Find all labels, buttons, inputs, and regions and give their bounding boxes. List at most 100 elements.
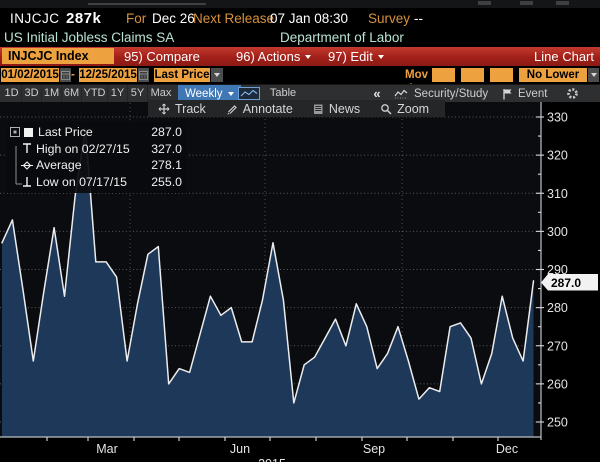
chevron-down-icon [214,73,220,77]
news-icon [313,103,324,115]
high-marker [21,142,36,155]
legend-label: Average [36,158,82,172]
track-crosshair-icon [158,103,170,115]
annotate-label: Annotate [243,102,293,116]
last-price-badge-value: 287.0 [551,276,581,290]
zoom-label: Zoom [397,102,429,116]
gear-icon [566,87,579,100]
x-axis-label: Sep [363,442,385,456]
magnifier-icon [380,103,392,115]
y-axis-label: 260 [547,377,568,391]
legend-value: 287.0 [151,125,183,139]
mov-avg-input-1[interactable] [432,68,455,82]
chevron-down-icon [378,55,384,59]
calendar-icon [61,71,70,80]
ticker-symbol: INJCJC [10,8,60,29]
for-date: Dec 26 [152,8,195,29]
date-range-separator: - [71,68,75,82]
legend-row-last-price: Last Price 287.0 [10,124,183,141]
command-toolbar: INJCJC Index 95) Compare 96) Actions 97)… [0,47,600,66]
legend-expand-icon[interactable] [10,127,23,137]
legend-row-average: Average 278.1 [10,157,183,174]
last-price-square-marker [23,126,38,139]
legend-bracket [13,146,23,188]
news-button[interactable]: News [303,100,370,117]
bloomberg-terminal-window: INJCJC 287k For Dec 26 Next Release 07 J… [0,0,600,462]
zoom-button[interactable]: Zoom [370,100,439,117]
period-tab-1y[interactable]: 1Y [108,85,128,102]
settings-button[interactable] [566,85,579,102]
flag-icon [502,88,513,100]
for-label: For [126,8,146,29]
chart-view-button[interactable] [238,87,260,100]
event-button[interactable]: Event [502,85,547,102]
period-tab-3d[interactable]: 3D [22,85,42,102]
legend-value: 278.1 [151,158,183,172]
start-date-field[interactable]: 01/02/2015 [1,68,59,82]
edit-menu-button[interactable]: 97) Edit [328,47,384,66]
mov-avg-input-3[interactable] [490,68,513,82]
x-axis-label: Dec [496,442,518,456]
y-axis-label: 320 [547,149,568,163]
ticker-input-field[interactable]: INJCJC Index [2,48,114,64]
window-edge-fragment [478,1,491,5]
mov-avg-input-2[interactable] [461,68,484,82]
legend-row-low: Low on 07/17/15 255.0 [10,174,183,191]
track-label: Track [175,102,206,116]
window-edge-fragment [520,1,533,5]
survey-label: Survey [368,8,410,29]
legend-value: 327.0 [151,142,183,156]
chevron-down-icon [228,92,234,96]
chart-legend: Last Price 287.0 High on 02/27/15 327.0 … [7,122,187,193]
next-release-label: Next Release [193,8,274,29]
event-label: Event [518,88,547,100]
period-tab-6m[interactable]: 6M [62,85,82,102]
price-field-selector[interactable]: Last Price [154,68,210,82]
chart-type-label: Line Chart [534,47,594,66]
y-axis-label: 250 [547,416,568,430]
security-name: US Initial Jobless Claims SA [4,29,174,47]
calendar-icon [139,71,148,80]
chevron-down-icon [305,55,311,59]
legend-row-high: High on 02/27/15 327.0 [10,141,183,158]
y-axis-label: 270 [547,339,568,353]
legend-label: Low on 07/17/15 [36,175,127,189]
period-tab-ytd[interactable]: YTD [82,85,108,102]
year-label-partial: 2015 [258,457,286,462]
window-edge-fragment [556,1,569,5]
compare-button[interactable]: 95) Compare [124,47,200,66]
y-axis-label: 310 [547,187,568,201]
track-button[interactable]: Track [148,100,216,117]
y-axis-label: 330 [547,111,568,125]
average-marker [21,159,36,172]
period-tab-5y[interactable]: 5Y [128,85,148,102]
price-field-dropdown-button[interactable] [211,68,223,82]
lower-chart-dropdown-button[interactable] [588,68,599,82]
lower-chart-selector[interactable]: No Lower Chart [519,68,587,82]
actions-menu-button[interactable]: 96) Actions [236,47,311,66]
end-date-field[interactable]: 12/25/2015 [79,68,137,82]
security-header-row: INJCJC 287k For Dec 26 Next Release 07 J… [0,8,600,29]
survey-value: -- [414,8,423,29]
window-top-edge [0,0,600,8]
chevron-down-icon [591,73,597,77]
study-chart-icon [394,88,409,99]
y-axis-label: 280 [547,301,568,315]
annotate-button[interactable]: Annotate [216,100,303,117]
edit-menu-label: 97) Edit [328,47,373,66]
pencil-icon [226,103,238,115]
period-tab-1m[interactable]: 1M [42,85,62,102]
frequency-label: Weekly [185,88,223,100]
start-date-calendar-button[interactable] [60,68,71,82]
period-tab-1d[interactable]: 1D [2,85,22,102]
chart-settings-row: 01/02/2015 - 12/25/2015 Last Price Mov A… [0,66,600,84]
security-name-row: US Initial Jobless Claims SA Department … [0,29,600,47]
y-axis-label: 300 [547,225,568,239]
end-date-calendar-button[interactable] [138,68,149,82]
legend-label: High on 02/27/15 [36,142,130,156]
chart-tools-toolbar: Track Annotate News Zoom [148,100,445,117]
news-label: News [329,102,360,116]
x-axis-label: Jun [230,442,250,456]
legend-value: 255.0 [151,175,183,189]
actions-menu-label: 96) Actions [236,47,300,66]
